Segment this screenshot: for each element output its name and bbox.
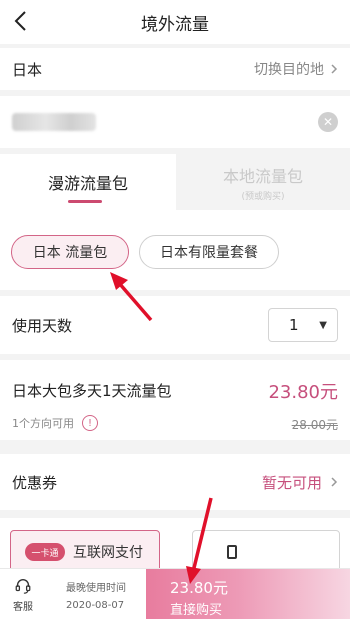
- cutoff-date: 2020-08-07: [66, 599, 125, 611]
- phone-number-row[interactable]: ✕: [0, 96, 350, 148]
- coupon-row[interactable]: 优惠券 暂无可用: [0, 454, 350, 510]
- phone-number-blurred: [12, 113, 96, 131]
- tab-local-sublabel: (预或购买): [241, 191, 285, 202]
- package-card[interactable]: 日本大包多天1天流量包 23.80元 1个方向可用 ! 28.00元: [0, 360, 350, 440]
- payment-internet-label: 互联网支付: [73, 545, 143, 561]
- destination-row[interactable]: 日本 切换目的地: [0, 48, 350, 90]
- plan-chip-label: 日本 流量包: [32, 245, 108, 261]
- switch-destination-label: 切换目的地: [254, 62, 324, 78]
- cutoff-info: 最晚使用时间 2020-08-07: [46, 569, 144, 619]
- plan-chip-label: 日本有限量套餐: [160, 245, 258, 261]
- plan-chip-japan-data[interactable]: 日本 流量包: [11, 235, 129, 269]
- top-bar: 境外流量: [0, 0, 350, 44]
- package-price: 23.80元: [268, 382, 338, 403]
- package-direction: 1个方向可用 !: [12, 415, 98, 431]
- chevron-right-icon: [331, 477, 338, 487]
- bottom-bar: 客服 最晚使用时间 2020-08-07 23.80元 直接购买: [0, 568, 350, 619]
- days-select[interactable]: 1 ▼: [268, 308, 338, 342]
- tab-roaming[interactable]: 漫游流量包: [0, 154, 176, 210]
- clear-icon[interactable]: ✕: [318, 112, 338, 132]
- tab-local-label: 本地流量包: [222, 166, 303, 186]
- coupon-value: 暂无可用: [261, 473, 322, 492]
- tab-local[interactable]: 本地流量包 (预或购买): [176, 154, 350, 210]
- plan-selector: 日本 流量包 日本有限量套餐: [0, 210, 350, 290]
- buy-label: 直接购买: [170, 603, 223, 618]
- coupon-label: 优惠券: [12, 473, 58, 492]
- direction-note: 1个方向可用: [12, 417, 74, 430]
- package-name: 日本大包多天1天流量包: [12, 382, 172, 400]
- cutoff-label: 最晚使用时间: [66, 582, 126, 594]
- buy-price: 23.80元: [170, 579, 228, 597]
- days-value: 1: [289, 316, 299, 334]
- customer-service-button[interactable]: 客服: [0, 569, 46, 619]
- chevron-right-icon: [331, 64, 338, 74]
- days-row: 使用天数 1 ▼: [0, 296, 350, 354]
- destination-country: 日本: [12, 60, 43, 79]
- back-icon[interactable]: [10, 9, 34, 33]
- caret-down-icon: ▼: [319, 319, 327, 331]
- original-price: 28.00元: [291, 418, 338, 432]
- info-icon[interactable]: !: [82, 415, 98, 431]
- plan-chip-japan-limited[interactable]: 日本有限量套餐: [139, 235, 279, 269]
- tab-bar: 漫游流量包 本地流量包 (预或购买): [0, 154, 350, 210]
- tab-roaming-label: 漫游流量包: [47, 174, 128, 193]
- switch-destination-button[interactable]: 切换目的地: [254, 59, 338, 79]
- buy-now-button[interactable]: 23.80元 直接购买: [146, 569, 350, 619]
- payment-logo: 一卡通: [25, 543, 65, 561]
- phone-device-icon: [227, 545, 237, 559]
- page-title: 境外流量: [141, 14, 209, 35]
- headset-icon: [15, 578, 31, 594]
- payment-options: 一卡通 互联网支付: [0, 518, 350, 574]
- customer-service-label: 客服: [13, 601, 33, 613]
- coupon-value-wrap: 暂无可用: [262, 472, 338, 493]
- days-label: 使用天数: [12, 316, 73, 335]
